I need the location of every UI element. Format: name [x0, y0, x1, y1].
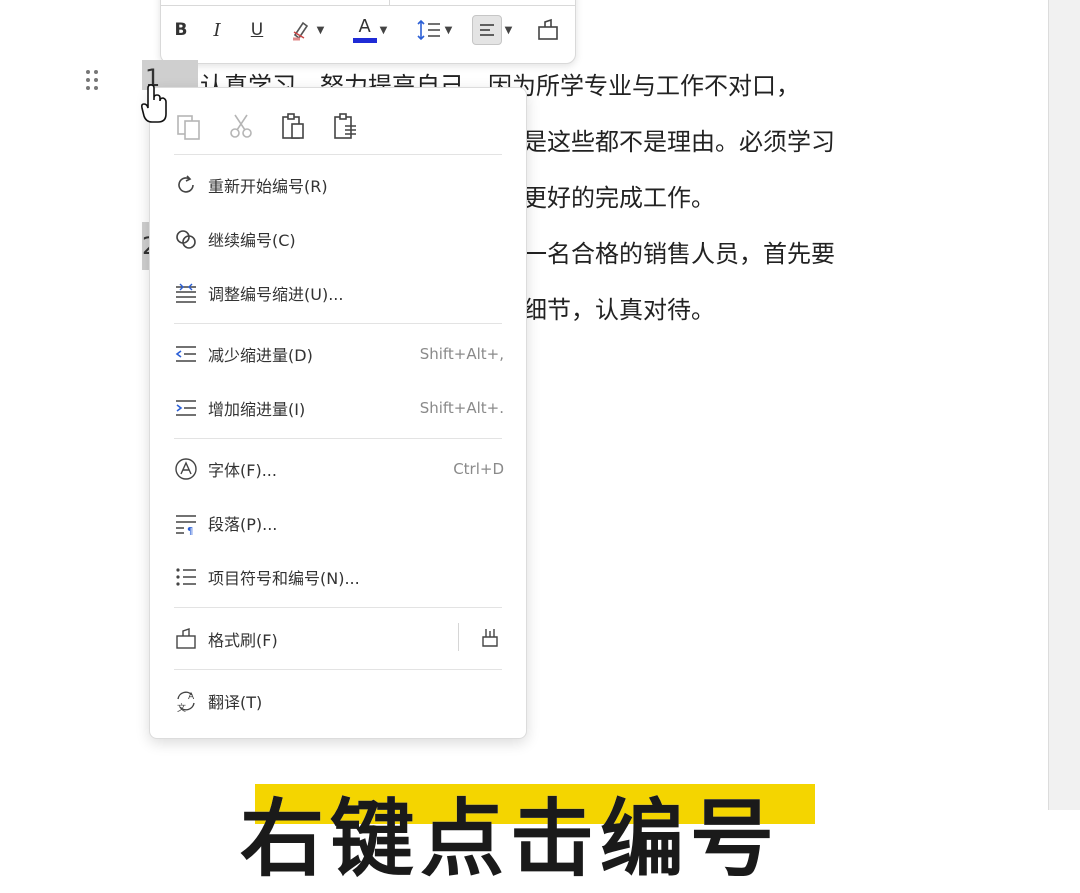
paste-special-button[interactable]	[328, 109, 362, 143]
toolbar-divider	[161, 5, 575, 6]
line-spacing-icon	[417, 19, 440, 41]
menu-separator	[174, 669, 502, 670]
copy-icon	[177, 115, 200, 140]
font-color-button[interactable]: A ▼	[347, 15, 393, 45]
line-spacing-button[interactable]: ▼	[411, 15, 457, 45]
svg-text:A: A	[188, 692, 195, 702]
highlight-button[interactable]: ▼	[285, 15, 329, 45]
menu-item-bullets-numbering[interactable]: 项目符号和编号(N)...	[172, 559, 504, 595]
decrease-indent-icon	[175, 346, 196, 362]
continue-numbering-icon	[176, 230, 196, 249]
cut-icon	[230, 114, 252, 138]
format-painter-icon	[482, 629, 498, 647]
bullets-numbering-icon	[176, 568, 196, 586]
paste-special-icon	[334, 113, 356, 139]
copy-button[interactable]	[172, 109, 206, 143]
document-line: 一名合格的销售人员，首先要	[523, 240, 835, 268]
menu-separator	[174, 154, 502, 155]
font-color-letter: A	[358, 15, 371, 37]
cut-button[interactable]	[224, 109, 258, 143]
menu-item-restart-numbering[interactable]: 重新开始编号(R)	[172, 167, 504, 203]
highlighter-icon	[292, 21, 308, 41]
document-line: 更好的完成工作。	[523, 184, 715, 212]
align-left-icon	[479, 24, 494, 36]
menu-separator	[174, 607, 502, 608]
align-button[interactable]: ▼	[467, 15, 517, 45]
menu-item-paragraph[interactable]: ¶ 段落(P)...	[172, 505, 504, 541]
italic-button[interactable]: I	[205, 15, 229, 45]
format-painter-icon	[538, 18, 558, 40]
menu-item-format-painter[interactable]: 格式刷(F)	[172, 621, 452, 657]
drag-handle-icon[interactable]	[84, 68, 100, 92]
paragraph-icon: ¶	[176, 515, 196, 535]
svg-text:¶: ¶	[187, 526, 193, 535]
align-left-selected[interactable]	[471, 15, 502, 45]
chevron-down-icon: ▼	[316, 24, 325, 36]
hand-cursor-icon	[140, 84, 167, 123]
menu-item-continue-numbering[interactable]: 继续编号(C)	[172, 221, 504, 257]
font-color-bar	[352, 37, 377, 43]
bold-button[interactable]: B	[169, 15, 193, 45]
right-scrollbar-area[interactable]	[1048, 0, 1080, 810]
context-menu: 重新开始编号(R) 继续编号(C) 调整编号缩进(U)... 减少缩进量(D) …	[149, 87, 527, 739]
menu-separator	[174, 438, 502, 439]
menu-vertical-divider	[458, 623, 459, 651]
menu-item-translate[interactable]: 文A 翻译(T)	[172, 683, 504, 719]
menu-separator	[174, 323, 502, 324]
paste-button[interactable]	[276, 109, 310, 143]
toolbar-divider-vertical	[389, 0, 390, 5]
document-line: 是这些都不是理由。必须学习	[523, 128, 835, 156]
menu-item-adjust-indent[interactable]: 调整编号缩进(U)...	[172, 275, 504, 311]
paste-icon	[282, 113, 304, 139]
caption-text: 右键点击编号	[240, 790, 781, 888]
chevron-down-icon: ▼	[504, 24, 513, 36]
menu-item-font[interactable]: 字体(F)... Ctrl+D	[172, 451, 504, 487]
translate-icon: 文A	[177, 691, 195, 713]
chevron-down-icon: ▼	[444, 24, 453, 36]
menu-item-increase-indent[interactable]: 增加缩进量(I) Shift+Alt+.	[172, 390, 504, 426]
format-painter-lock-button[interactable]	[476, 623, 504, 651]
document-line: 细节，认真对待。	[523, 296, 715, 324]
adjust-indent-icon	[176, 283, 196, 303]
increase-indent-icon	[176, 400, 196, 416]
restart-numbering-icon	[178, 175, 194, 193]
menu-item-decrease-indent[interactable]: 减少缩进量(D) Shift+Alt+,	[172, 336, 504, 372]
chevron-down-icon: ▼	[379, 24, 388, 36]
floating-format-toolbar: B I U ▼ A ▼ ▼ ▼	[160, 0, 576, 64]
clipboard-row	[172, 108, 362, 144]
format-painter-icon	[176, 628, 196, 649]
underline-button[interactable]: U	[245, 15, 269, 45]
format-painter-button[interactable]	[533, 15, 563, 45]
svg-text:文: 文	[177, 702, 186, 713]
font-icon	[175, 458, 197, 480]
